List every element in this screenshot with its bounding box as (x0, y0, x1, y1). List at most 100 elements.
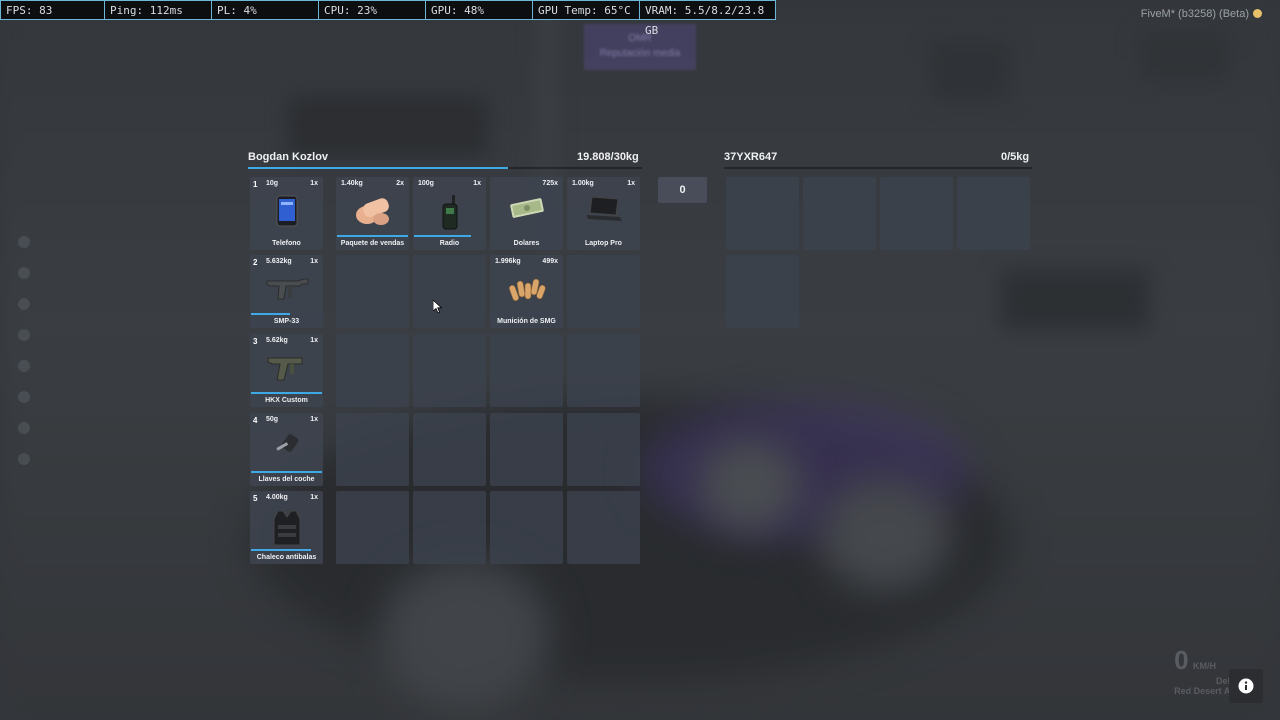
vehicle-plate: 37YXR647 (724, 151, 778, 163)
item-name: Telefono (272, 240, 301, 247)
hotbar-slot-number: 3 (253, 337, 258, 346)
gpu-stat: GPU: 48% (426, 0, 533, 20)
inventory-item-slot[interactable]: 5 4.00kg 1x Chaleco antibalas (250, 491, 323, 564)
item-name: Munición de SMG (497, 318, 556, 325)
inventory-item-slot[interactable]: 1.40kg 2x Paquete de vendas (336, 177, 409, 250)
game-world-background (0, 0, 1280, 720)
inventory-item-slot[interactable]: 725x Dolares (490, 177, 563, 250)
item-durability-bar (414, 235, 471, 237)
item-quantity: 1x (473, 180, 481, 187)
hotbar-slot-number: 5 (253, 494, 258, 503)
item-durability-bar (337, 235, 408, 237)
vest-icon (272, 509, 302, 552)
ammo-icon (507, 273, 547, 310)
inventory-item-slot[interactable]: 2 5.632kg 1x SMP-33 (250, 255, 323, 328)
item-weight: 1.40kg (341, 180, 363, 187)
inventory-empty-slot[interactable] (413, 334, 486, 407)
smg-icon (264, 273, 310, 308)
client-version-label: FiveM* (b3258) (Beta) (1141, 8, 1262, 20)
hunger-icon (18, 298, 30, 310)
hotbar-slot-number: 1 (253, 180, 258, 189)
status-icons (18, 236, 30, 484)
inventory-empty-slot[interactable] (336, 334, 409, 407)
gpu-temp-stat: GPU Temp: 65°C (533, 0, 640, 20)
item-weight: 50g (266, 416, 279, 423)
vram-stat: VRAM: 5.5/8.2/23.8 GB (640, 0, 776, 37)
player-weight-fill (248, 167, 509, 169)
fps-stat: FPS: 83 (0, 0, 105, 20)
item-name: Radio (439, 240, 460, 247)
item-weight: 10g (266, 180, 279, 187)
vehicle-slot[interactable] (957, 177, 1030, 250)
client-version-text: FiveM* (b3258) (Beta) (1140, 8, 1249, 20)
item-weight: 1.996kg (495, 258, 521, 265)
inventory-empty-slot[interactable] (567, 413, 640, 486)
inventory-empty-slot[interactable] (413, 413, 486, 486)
hud-reputation: Reputación media (599, 48, 681, 59)
cash-icon (509, 195, 545, 224)
item-name: Laptop Pro (585, 240, 622, 247)
inventory-empty-slot[interactable] (567, 334, 640, 407)
item-quantity: 1x (627, 180, 635, 187)
armor-icon (18, 267, 30, 279)
thirst-icon (18, 329, 30, 341)
health-icon (18, 236, 30, 248)
item-weight: 4.00kg (266, 494, 288, 501)
item-weight: 100g (418, 180, 434, 187)
item-name: Paquete de vendas (340, 240, 405, 247)
item-name: Llaves del coche (258, 476, 315, 483)
laptop-icon (584, 195, 624, 228)
item-name: Dolares (513, 240, 540, 247)
voice-icon (18, 453, 30, 465)
inventory-item-slot[interactable]: 1.00kg 1x Laptop Pro (567, 177, 640, 250)
inventory-item-slot[interactable]: 3 5.62kg 1x HKX Custom (250, 334, 323, 407)
phone-icon (276, 195, 298, 232)
client-status-icon (1253, 9, 1262, 18)
inventory-item-slot[interactable]: 100g 1x Radio (413, 177, 486, 250)
item-weight: 5.62kg (266, 337, 288, 344)
player-weight-bar (248, 167, 642, 169)
inventory-empty-slot[interactable] (490, 413, 563, 486)
item-durability-bar (251, 549, 311, 551)
speed-value: 0 (1174, 645, 1189, 675)
performance-stats-bar: FPS: 83 Ping: 112ms PL: 4% CPU: 23% GPU:… (0, 0, 776, 37)
inventory-item-slot[interactable]: 1 10g 1x Telefono (250, 177, 323, 250)
info-icon (1238, 678, 1254, 694)
vehicle-weight-bar (724, 167, 1032, 169)
inventory-empty-slot[interactable] (490, 334, 563, 407)
item-quantity: 725x (542, 180, 558, 187)
inventory-empty-slot[interactable] (490, 491, 563, 564)
vehicle-weight: 0/5kg (1001, 151, 1030, 163)
item-quantity: 1x (310, 258, 318, 265)
inventory-empty-slot[interactable] (336, 255, 409, 328)
hotbar-slot-number: 4 (253, 416, 258, 425)
ping-stat: Ping: 112ms (105, 0, 212, 20)
inventory-empty-slot[interactable] (413, 255, 486, 328)
inventory-empty-slot[interactable] (567, 255, 640, 328)
item-quantity: 1x (310, 416, 318, 423)
item-name: Chaleco antibalas (256, 554, 317, 561)
item-quantity: 1x (310, 180, 318, 187)
cpu-stat: CPU: 23% (319, 0, 426, 20)
inventory-empty-slot[interactable] (336, 491, 409, 564)
bandage-icon (353, 195, 393, 232)
inventory-empty-slot[interactable] (336, 413, 409, 486)
vehicle-slot[interactable] (880, 177, 953, 250)
vehicle-slot[interactable] (726, 177, 799, 250)
stress-icon (18, 360, 30, 372)
info-button[interactable] (1229, 669, 1263, 703)
item-weight: 5.632kg (266, 258, 292, 265)
background-reputation-hud: OMR Reputación media (584, 24, 696, 70)
item-weight: 1.00kg (572, 180, 594, 187)
inventory-item-slot[interactable]: 1.996kg 499x Munición de SMG (490, 255, 563, 328)
amount-input[interactable] (658, 177, 707, 203)
vehicle-slot[interactable] (726, 255, 799, 328)
hud-rank: OMR (628, 33, 652, 44)
packet-loss-stat: PL: 4% (212, 0, 319, 20)
speed-unit: KM/H (1193, 661, 1217, 671)
inventory-item-slot[interactable]: 4 50g 1x Llaves del coche (250, 413, 323, 486)
vehicle-slot[interactable] (803, 177, 876, 250)
inventory-empty-slot[interactable] (413, 491, 486, 564)
oxygen-icon (18, 391, 30, 403)
inventory-empty-slot[interactable] (567, 491, 640, 564)
